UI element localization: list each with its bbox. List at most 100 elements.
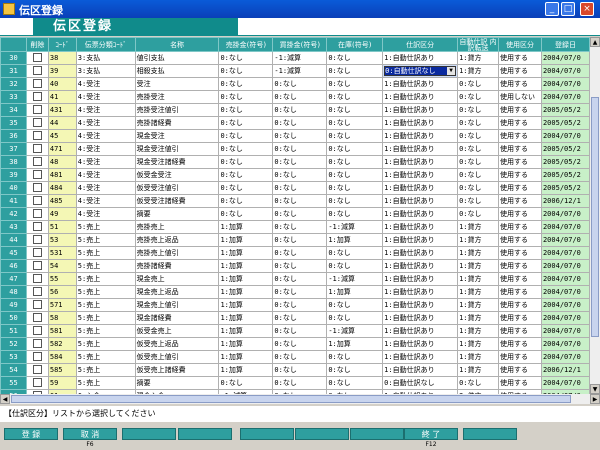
name-cell[interactable]: 摘要 xyxy=(134,376,220,390)
payable-cell[interactable]: 0:なし xyxy=(272,155,328,169)
inventory-cell[interactable]: 0:なし xyxy=(326,90,384,104)
date-cell[interactable]: 2004/07/0 xyxy=(540,207,590,221)
auto-transfer-cell[interactable]: 0:なし xyxy=(457,129,499,143)
date-cell[interactable]: 2004/07/0 xyxy=(540,311,590,325)
usage-cell[interactable]: 使用する xyxy=(498,363,542,377)
checkbox-icon[interactable] xyxy=(32,352,42,361)
class-cell[interactable]: 5:売上 xyxy=(75,337,136,351)
inventory-cell[interactable]: 1:加算 xyxy=(326,233,384,247)
auto-transfer-cell[interactable]: 1:貸方 xyxy=(457,298,499,312)
journal-cell[interactable]: 1:自動仕訳あり xyxy=(382,233,459,247)
journal-cell[interactable]: 1:自動仕訳あり xyxy=(382,103,459,117)
date-cell[interactable]: 2004/07/0 xyxy=(540,64,590,78)
checkbox-icon[interactable] xyxy=(32,378,42,387)
name-cell[interactable]: 仮受売上値引 xyxy=(134,350,220,364)
class-cell[interactable]: 4:受注 xyxy=(75,194,136,208)
delete-checkbox[interactable] xyxy=(25,376,49,390)
code-cell[interactable]: 51 xyxy=(47,220,77,234)
auto-transfer-cell[interactable]: 0:なし xyxy=(457,142,499,156)
checkbox-icon[interactable] xyxy=(32,92,42,101)
auto-transfer-cell[interactable]: 1:貸方 xyxy=(457,259,499,273)
checkbox-icon[interactable] xyxy=(32,287,42,296)
receivable-cell[interactable]: 0:なし xyxy=(218,168,274,182)
class-cell[interactable]: 4:受注 xyxy=(75,116,136,130)
date-cell[interactable]: 2004/07/0 xyxy=(540,77,590,91)
journal-cell[interactable]: 1:自動仕訳あり xyxy=(382,181,459,195)
table-row[interactable]: 49 571 5:売上 現金売上値引 1:加算 0:なし 0:なし 1:自動仕訳あり 1:貸方使… xyxy=(0,298,590,312)
checkbox-icon[interactable] xyxy=(32,144,42,153)
table-row[interactable]: 37 471 4:受注 現金受注値引 0:なし 0:なし 0:なし 1:自動仕訳あり 0:なし使… xyxy=(0,142,590,156)
journal-cell[interactable]: 1:自動仕訳あり xyxy=(382,142,459,156)
name-cell[interactable]: 現金売上返品 xyxy=(134,285,220,299)
payable-cell[interactable]: 0:なし xyxy=(272,220,328,234)
receivable-cell[interactable]: 0:なし xyxy=(218,207,274,221)
inventory-cell[interactable]: -1:減算 xyxy=(326,220,384,234)
scroll-up-icon[interactable]: ▲ xyxy=(590,37,600,47)
checkbox-icon[interactable] xyxy=(32,157,42,166)
name-cell[interactable]: 現金諸経費 xyxy=(134,311,220,325)
journal-cell[interactable]: 1:自動仕訳あり xyxy=(382,207,459,221)
class-cell[interactable]: 5:売上 xyxy=(75,311,136,325)
inventory-cell[interactable]: 0:なし xyxy=(326,168,384,182)
exit-button[interactable]: 終 了 xyxy=(404,428,458,440)
inventory-cell[interactable]: 0:なし xyxy=(326,259,384,273)
name-cell[interactable]: 摘要 xyxy=(134,207,220,221)
journal-cell[interactable]: 1:自動仕訳あり xyxy=(382,259,459,273)
delete-checkbox[interactable] xyxy=(25,272,49,286)
auto-transfer-cell[interactable]: 0:なし xyxy=(457,194,499,208)
usage-cell[interactable]: 使用する xyxy=(498,129,542,143)
name-cell[interactable]: 仮受金売上 xyxy=(134,324,220,338)
journal-cell[interactable]: 1:自動仕訳あり xyxy=(382,350,459,364)
checkbox-icon[interactable] xyxy=(32,274,42,283)
code-cell[interactable]: 40 xyxy=(47,77,77,91)
code-cell[interactable]: 56 xyxy=(47,285,77,299)
date-cell[interactable]: 2004/07/0 xyxy=(540,51,590,65)
delete-checkbox[interactable] xyxy=(25,194,49,208)
class-cell[interactable]: 4:受注 xyxy=(75,155,136,169)
code-cell[interactable]: 54 xyxy=(47,259,77,273)
usage-cell[interactable]: 使用する xyxy=(498,142,542,156)
column-header[interactable]: ｺｰﾄﾞ xyxy=(47,37,77,52)
usage-cell[interactable]: 使用する xyxy=(498,298,542,312)
auto-transfer-cell[interactable]: 0:なし xyxy=(457,155,499,169)
inventory-cell[interactable]: 0:なし xyxy=(326,116,384,130)
column-header[interactable]: 仕訳区分 xyxy=(382,37,459,52)
fkey-button[interactable] xyxy=(350,428,404,440)
receivable-cell[interactable]: 1:加算 xyxy=(218,311,274,325)
code-cell[interactable]: 584 xyxy=(47,350,77,364)
receivable-cell[interactable]: 1:加算 xyxy=(218,337,274,351)
name-cell[interactable]: 仮受金受注 xyxy=(134,168,220,182)
class-cell[interactable]: 5:売上 xyxy=(75,363,136,377)
payable-cell[interactable]: 0:なし xyxy=(272,298,328,312)
receivable-cell[interactable]: 1:加算 xyxy=(218,350,274,364)
journal-cell[interactable]: 1:自動仕訳あり xyxy=(382,324,459,338)
receivable-cell[interactable]: 0:なし xyxy=(218,194,274,208)
delete-checkbox[interactable] xyxy=(25,324,49,338)
class-cell[interactable]: 5:売上 xyxy=(75,298,136,312)
date-cell[interactable]: 2004/07/0 xyxy=(540,246,590,260)
payable-cell[interactable]: 0:なし xyxy=(272,311,328,325)
checkbox-icon[interactable] xyxy=(32,79,42,88)
auto-transfer-cell[interactable]: 1:貸方 xyxy=(457,233,499,247)
delete-checkbox[interactable] xyxy=(25,207,49,221)
auto-transfer-cell[interactable]: 1:貸方 xyxy=(457,272,499,286)
date-cell[interactable]: 2005/05/2 xyxy=(540,168,590,182)
delete-checkbox[interactable] xyxy=(25,51,49,65)
class-cell[interactable]: 5:売上 xyxy=(75,324,136,338)
name-cell[interactable]: 現金売上 xyxy=(134,272,220,286)
payable-cell[interactable]: 0:なし xyxy=(272,363,328,377)
auto-transfer-cell[interactable]: 1:貸方 xyxy=(457,64,499,78)
receivable-cell[interactable]: 1:加算 xyxy=(218,363,274,377)
receivable-cell[interactable]: 0:なし xyxy=(218,376,274,390)
code-cell[interactable]: 481 xyxy=(47,168,77,182)
table-row[interactable]: 50 58 5:売上 現金諸経費 1:加算 0:なし 0:なし 1:自動仕訳あり 1:貸方 使用す… xyxy=(0,311,590,325)
chevron-down-icon[interactable]: ▼ xyxy=(447,67,456,75)
auto-transfer-cell[interactable]: 1:貸方 xyxy=(457,324,499,338)
inventory-cell[interactable]: 0:なし xyxy=(326,350,384,364)
auto-transfer-cell[interactable]: 1:貸方 xyxy=(457,350,499,364)
checkbox-icon[interactable] xyxy=(32,209,42,218)
code-cell[interactable]: 58 xyxy=(47,311,77,325)
receivable-cell[interactable]: 0:なし xyxy=(218,129,274,143)
payable-cell[interactable]: -1:減算 xyxy=(272,51,328,65)
inventory-cell[interactable]: 0:なし xyxy=(326,298,384,312)
